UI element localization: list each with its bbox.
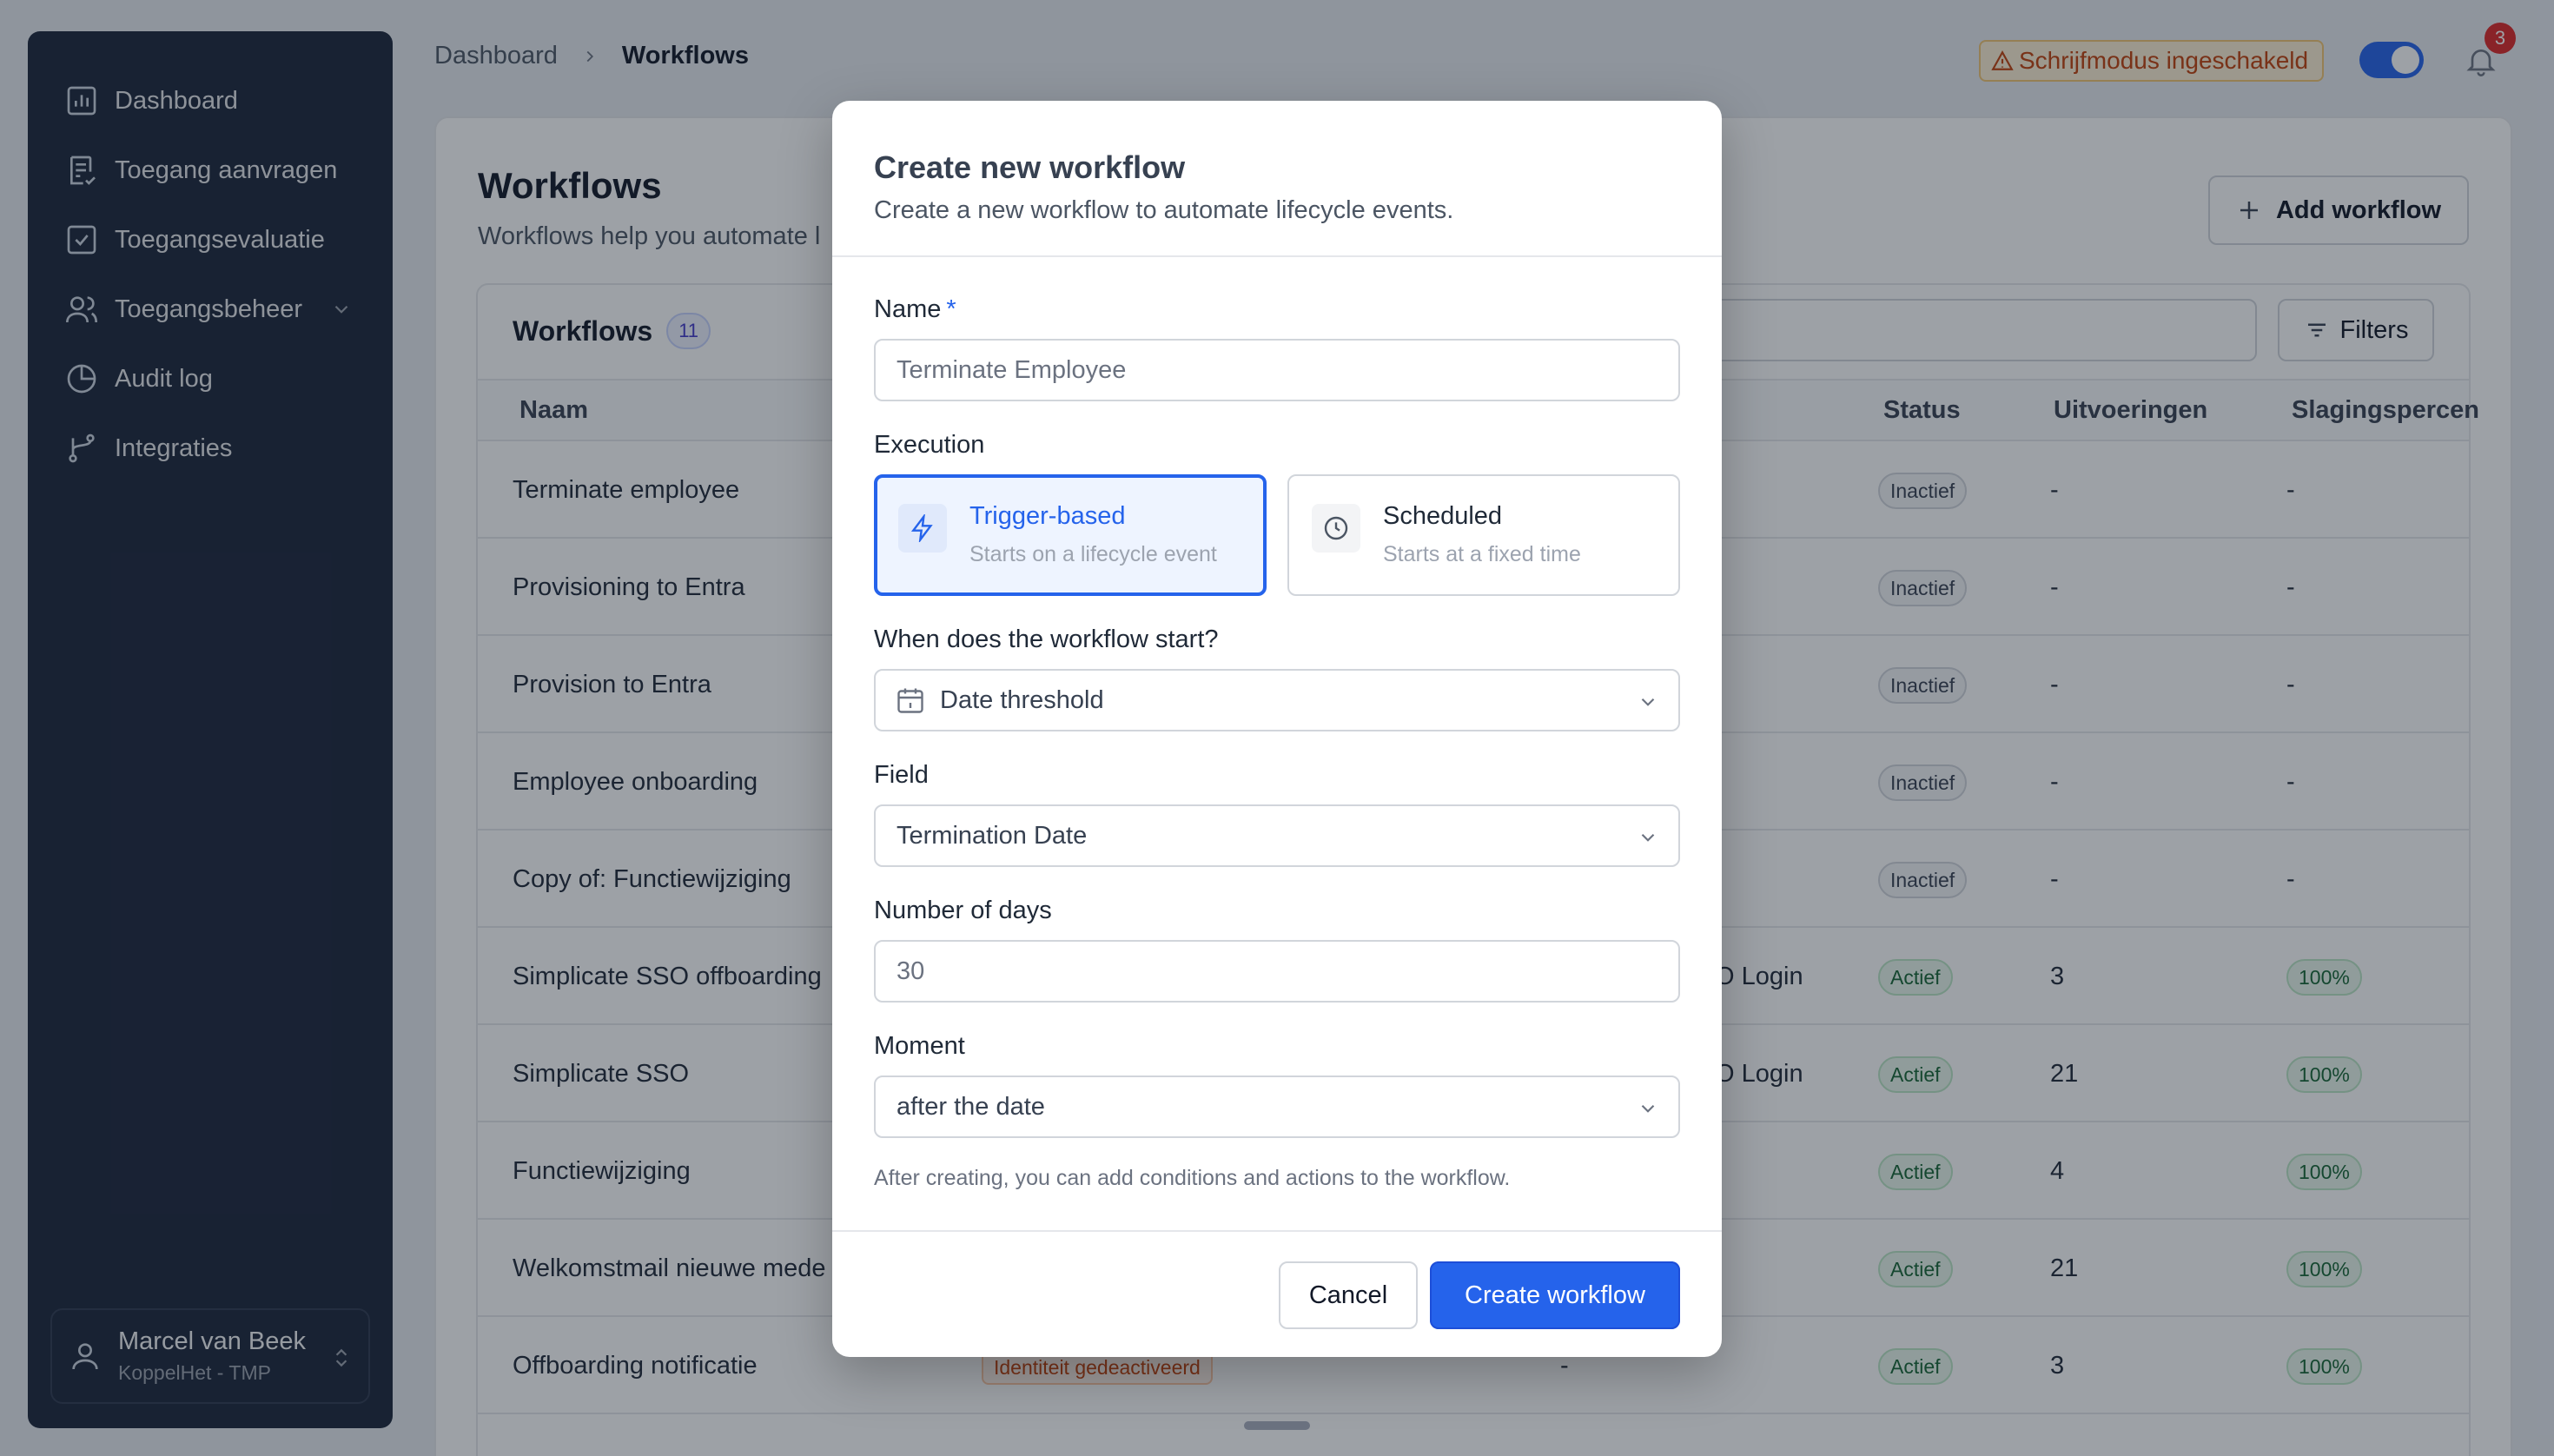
days-input[interactable]: 30: [874, 940, 1680, 1003]
days-placeholder: 30: [897, 956, 925, 985]
divider: [832, 1230, 1722, 1232]
divider: [832, 255, 1722, 257]
trigger-option-subtitle: Starts on a lifecycle event: [969, 542, 1217, 566]
name-placeholder: Terminate Employee: [897, 355, 1127, 384]
chevron-down-icon: [1641, 833, 1655, 842]
moment-select[interactable]: after the date: [874, 1075, 1680, 1138]
start-select-value: Date threshold: [940, 685, 1104, 714]
execution-scheduled-option[interactable]: Scheduled Starts at a fixed time: [1287, 474, 1680, 596]
scheduled-option-subtitle: Starts at a fixed time: [1383, 542, 1581, 566]
start-select[interactable]: Date threshold: [874, 669, 1680, 731]
trigger-icon-box: [898, 504, 947, 553]
field-select[interactable]: Termination Date: [874, 804, 1680, 867]
field-label: Field: [874, 761, 929, 789]
calendar-icon: [897, 688, 923, 713]
days-label: Number of days: [874, 897, 1052, 924]
create-workflow-button[interactable]: Create workflow: [1430, 1261, 1680, 1329]
name-input[interactable]: Terminate Employee: [874, 339, 1680, 401]
trigger-option-title: Trigger-based: [969, 502, 1126, 530]
chevron-down-icon: [1641, 1104, 1655, 1113]
chevron-down-icon: [1641, 698, 1655, 706]
clock-icon: [1324, 516, 1348, 540]
field-select-value: Termination Date: [897, 821, 1088, 850]
cancel-button[interactable]: Cancel: [1279, 1261, 1418, 1329]
lightning-icon: [910, 514, 933, 542]
name-label: Name *: [874, 295, 956, 324]
name-label-text: Name: [874, 295, 942, 323]
start-label: When does the workflow start?: [874, 625, 1219, 653]
required-marker: *: [946, 295, 956, 323]
scheduled-icon-box: [1312, 504, 1360, 553]
execution-trigger-option[interactable]: Trigger-based Starts on a lifecycle even…: [874, 474, 1267, 596]
create-workflow-dialog: Create new workflow Create a new workflo…: [832, 101, 1722, 1357]
dialog-subtitle: Create a new workflow to automate lifecy…: [874, 196, 1454, 224]
execution-label: Execution: [874, 431, 985, 459]
moment-select-value: after the date: [897, 1092, 1045, 1121]
moment-label: Moment: [874, 1032, 965, 1060]
scroll-handle[interactable]: [1244, 1421, 1310, 1430]
scheduled-option-title: Scheduled: [1383, 502, 1503, 530]
dialog-title: Create new workflow: [874, 149, 1186, 185]
dialog-hint: After creating, you can add conditions a…: [874, 1166, 1511, 1190]
